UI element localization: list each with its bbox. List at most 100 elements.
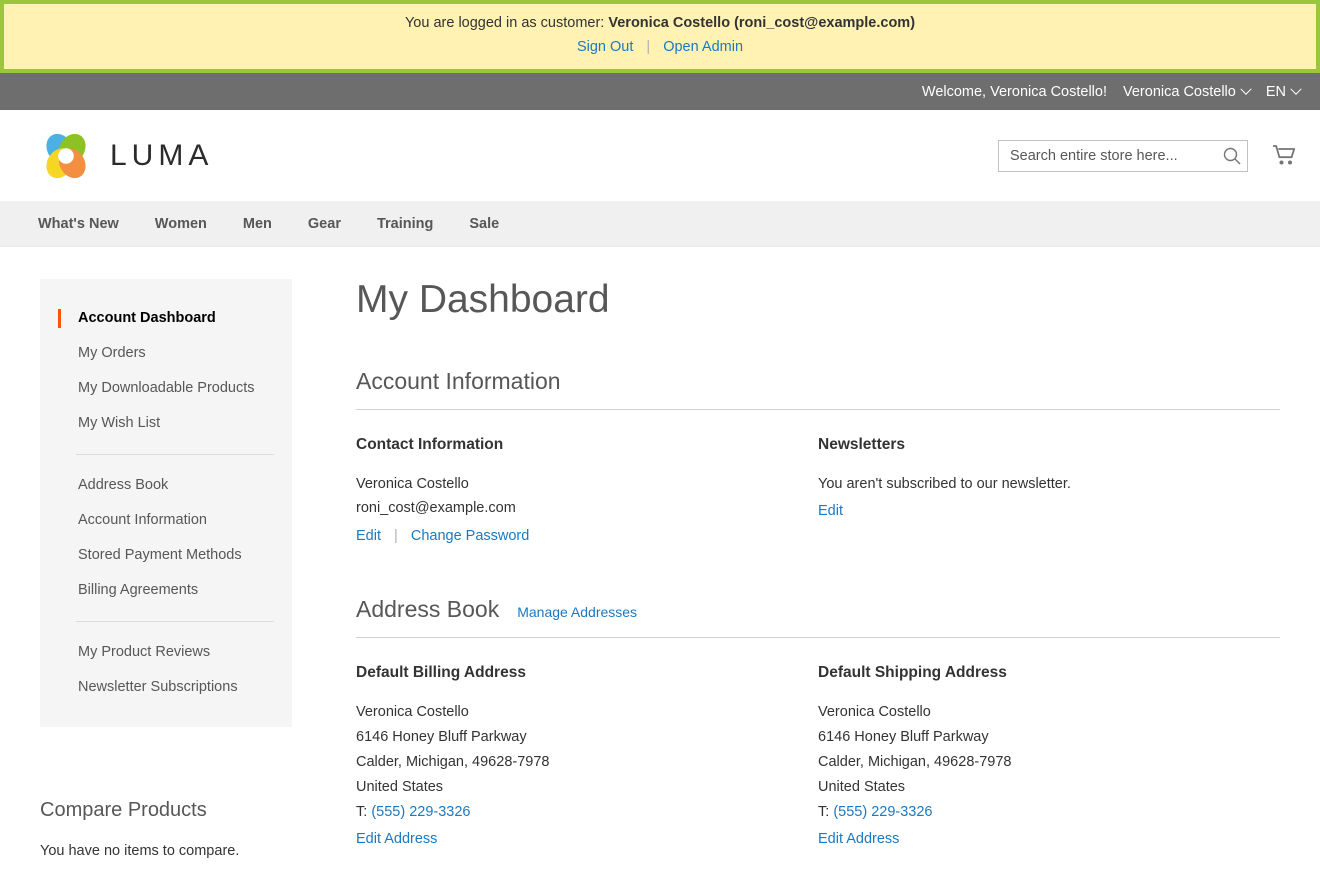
shipping-phone-link[interactable]: (555) 229-3326: [833, 804, 932, 820]
newsletter-actions: Edit: [818, 503, 1250, 519]
customer-menu-label: Veronica Costello: [1123, 83, 1236, 100]
customer-menu-dropdown[interactable]: Veronica Costello: [1123, 83, 1252, 100]
impersonation-message-prefix: You are logged in as customer:: [404, 15, 605, 31]
account-information-heading: Account Information: [356, 367, 561, 394]
sidebar-item-my-downloadable-products[interactable]: My Downloadable Products: [58, 371, 274, 406]
account-nav: Account Dashboard My Orders My Downloada…: [40, 279, 292, 728]
site-header: LUMA: [0, 110, 1320, 202]
edit-contact-link[interactable]: Edit: [356, 528, 381, 544]
default-shipping-address-block: Default Shipping Address Veronica Costel…: [818, 664, 1280, 847]
edit-newsletter-link[interactable]: Edit: [818, 503, 843, 519]
main-navigation: What's New Women Men Gear Training Sale: [0, 201, 1320, 248]
chevron-down-icon: [1240, 83, 1252, 95]
change-password-link[interactable]: Change Password: [411, 528, 530, 544]
language-switcher-label: EN: [1265, 83, 1286, 100]
shipping-street: 6146 Honey Bluff Parkway: [818, 728, 989, 745]
billing-name: Veronica Costello: [356, 703, 469, 720]
sidebar-item-address-book[interactable]: Address Book: [58, 468, 274, 503]
account-nav-group-2: Address Book Account Information Stored …: [40, 468, 292, 608]
contact-actions: Edit | Change Password: [356, 528, 788, 544]
compare-products-block: Compare Products You have no items to co…: [40, 727, 292, 859]
search-icon: [1223, 147, 1241, 165]
impersonation-actions: Sign Out | Open Admin: [14, 37, 1306, 58]
billing-street: 6146 Honey Bluff Parkway: [356, 728, 527, 745]
billing-city-state-zip: Calder, Michigan, 49628-7978: [356, 753, 550, 770]
nav-item-gear[interactable]: Gear: [308, 216, 341, 232]
top-panel: Welcome, Veronica Costello! Veronica Cos…: [0, 73, 1320, 111]
shipping-name: Veronica Costello: [818, 703, 931, 720]
sidebar-divider: [76, 621, 274, 623]
shipping-city-state-zip: Calder, Michigan, 49628-7978: [818, 753, 1012, 770]
account-sidebar: Account Dashboard My Orders My Downloada…: [40, 279, 292, 859]
newsletters-block: Newsletters You aren't subscribed to our…: [818, 436, 1280, 545]
billing-phone-link[interactable]: (555) 229-3326: [371, 804, 470, 820]
contact-actions-separator: |: [394, 528, 398, 545]
contact-email: roni_cost@example.com: [356, 500, 516, 517]
contact-name: Veronica Costello: [356, 475, 469, 492]
manage-addresses-link[interactable]: Manage Addresses: [517, 604, 637, 620]
compare-products-empty-text: You have no items to compare.: [40, 843, 240, 860]
welcome-message: Welcome, Veronica Costello!: [921, 83, 1107, 100]
shopping-cart-icon: [1273, 144, 1296, 165]
contact-information-title: Contact Information: [356, 435, 504, 453]
minicart-button[interactable]: [1270, 141, 1300, 171]
account-information-heading-row: Account Information: [356, 368, 1280, 410]
nav-item-women[interactable]: Women: [155, 216, 207, 232]
impersonation-message: You are logged in as customer: Veronica …: [14, 13, 1306, 34]
sidebar-item-account-information[interactable]: Account Information: [58, 503, 274, 538]
chevron-down-icon: [1290, 83, 1302, 95]
default-billing-address-block: Default Billing Address Veronica Costell…: [356, 664, 818, 847]
sidebar-divider: [76, 454, 274, 456]
sidebar-item-my-orders[interactable]: My Orders: [58, 336, 274, 371]
sidebar-item-newsletter-subscriptions[interactable]: Newsletter Subscriptions: [58, 670, 274, 705]
search-button[interactable]: [1222, 146, 1242, 166]
edit-billing-address-link[interactable]: Edit Address: [356, 831, 437, 847]
logo-wordmark: LUMA: [110, 138, 214, 172]
billing-phone-row: T: (555) 229-3326: [356, 800, 788, 825]
nav-item-men[interactable]: Men: [243, 216, 272, 232]
language-switcher-dropdown[interactable]: EN: [1265, 83, 1302, 100]
address-book-heading: Address Book: [356, 596, 500, 623]
sidebar-item-billing-agreements[interactable]: Billing Agreements: [58, 573, 274, 608]
sidebar-item-my-wish-list[interactable]: My Wish List: [58, 406, 274, 441]
account-nav-group-1: Account Dashboard My Orders My Downloada…: [40, 301, 292, 441]
account-nav-group-3: My Product Reviews Newsletter Subscripti…: [40, 635, 292, 705]
default-shipping-address-title: Default Shipping Address: [818, 663, 1007, 681]
address-book-heading-row: Address Book Manage Addresses: [356, 596, 1280, 638]
shipping-phone-prefix: T:: [818, 803, 830, 820]
shipping-actions: Edit Address: [818, 831, 1250, 847]
nav-item-training[interactable]: Training: [377, 216, 433, 232]
page-main: Account Dashboard My Orders My Downloada…: [0, 247, 1320, 859]
search-form: [998, 139, 1248, 172]
default-billing-address-title: Default Billing Address: [356, 663, 526, 681]
luma-logo-icon: [46, 133, 86, 178]
impersonation-customer-name: Veronica Costello (roni_cost@example.com…: [608, 15, 916, 31]
sign-out-link[interactable]: Sign Out: [577, 39, 633, 55]
account-content: My Dashboard Account Information Contact…: [292, 278, 1280, 847]
sidebar-item-stored-payment-methods[interactable]: Stored Payment Methods: [58, 538, 274, 573]
page-title: My Dashboard: [356, 278, 610, 322]
nav-item-whats-new[interactable]: What's New: [38, 216, 119, 232]
shipping-country: United States: [818, 778, 906, 795]
impersonation-banner: You are logged in as customer: Veronica …: [0, 0, 1320, 74]
address-book-columns: Default Billing Address Veronica Costell…: [356, 664, 1280, 847]
search-input[interactable]: [998, 139, 1248, 172]
logo-link[interactable]: LUMA: [40, 130, 213, 182]
billing-phone-prefix: T:: [356, 803, 368, 820]
newsletters-title: Newsletters: [818, 435, 906, 453]
contact-information-block: Contact Information Veronica Costello ro…: [356, 436, 818, 545]
nav-item-sale[interactable]: Sale: [469, 216, 499, 232]
sidebar-item-account-dashboard[interactable]: Account Dashboard: [58, 301, 274, 336]
compare-products-title: Compare Products: [40, 799, 207, 822]
sidebar-item-my-product-reviews[interactable]: My Product Reviews: [58, 635, 274, 670]
account-information-columns: Contact Information Veronica Costello ro…: [356, 436, 1280, 545]
shipping-phone-row: T: (555) 229-3326: [818, 800, 1250, 825]
billing-actions: Edit Address: [356, 831, 788, 847]
edit-shipping-address-link[interactable]: Edit Address: [818, 831, 899, 847]
newsletter-status: You aren't subscribed to our newsletter.: [818, 475, 1071, 492]
open-admin-link[interactable]: Open Admin: [663, 39, 743, 55]
impersonation-separator: |: [646, 39, 651, 56]
billing-country: United States: [356, 778, 444, 795]
header-actions: [998, 139, 1300, 172]
